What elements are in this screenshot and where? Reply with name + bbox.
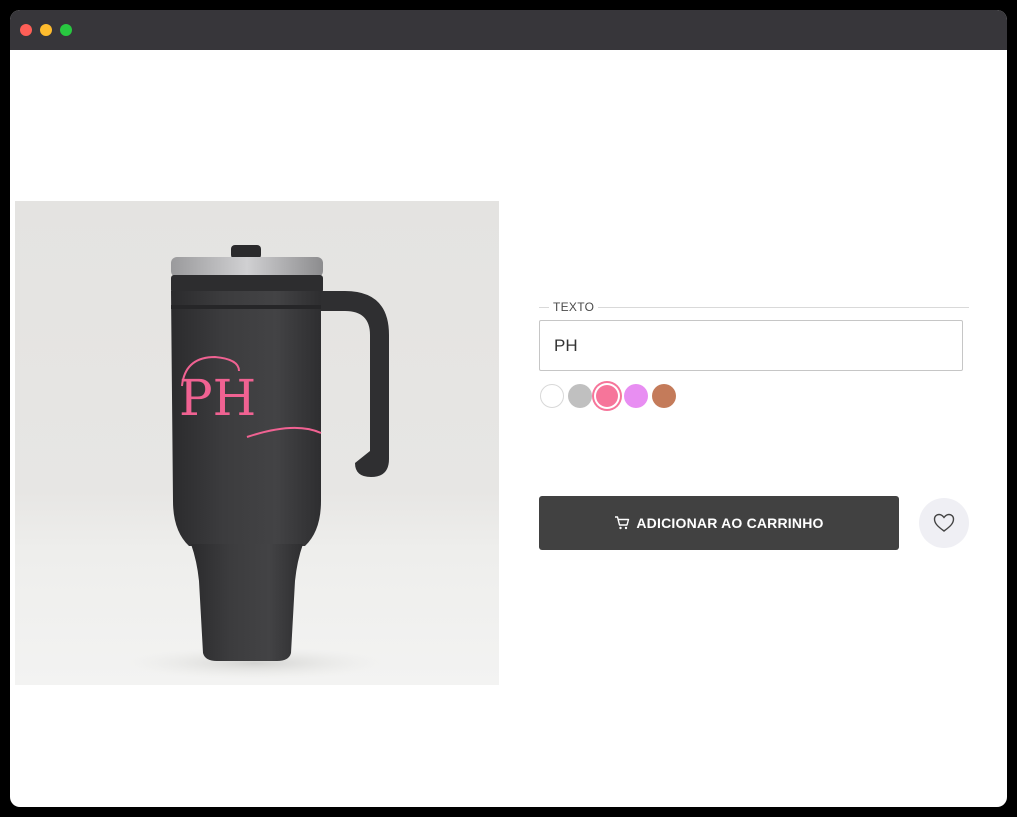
add-to-cart-label: ADICIONAR AO CARRINHO bbox=[636, 515, 824, 531]
personalization-text-input[interactable] bbox=[539, 320, 963, 371]
monogram-text: PH bbox=[179, 369, 256, 427]
product-image: PH bbox=[15, 201, 499, 685]
cart-icon bbox=[615, 516, 630, 530]
color-swatch-pink[interactable] bbox=[596, 385, 618, 407]
minimize-window-button[interactable] bbox=[40, 24, 52, 36]
text-field-legend: TEXTO bbox=[539, 300, 969, 314]
color-swatch-lilac[interactable] bbox=[624, 384, 648, 408]
color-swatch-white[interactable] bbox=[540, 384, 564, 408]
color-swatch-gray[interactable] bbox=[568, 384, 592, 408]
text-field-label: TEXTO bbox=[549, 300, 599, 314]
color-swatch-list bbox=[539, 384, 969, 410]
window-titlebar bbox=[10, 10, 1007, 50]
personalization-form: TEXTO bbox=[539, 300, 969, 410]
color-swatch-copper[interactable] bbox=[652, 384, 676, 408]
close-window-button[interactable] bbox=[20, 24, 32, 36]
wishlist-button[interactable] bbox=[919, 498, 969, 548]
heart-icon bbox=[933, 513, 955, 532]
add-to-cart-button[interactable]: ADICIONAR AO CARRINHO bbox=[539, 496, 899, 550]
browser-window: PH TEXTO ADICIONAR AO CARRINHO bbox=[10, 10, 1007, 807]
maximize-window-button[interactable] bbox=[60, 24, 72, 36]
tumbler-illustration: PH bbox=[125, 245, 389, 679]
